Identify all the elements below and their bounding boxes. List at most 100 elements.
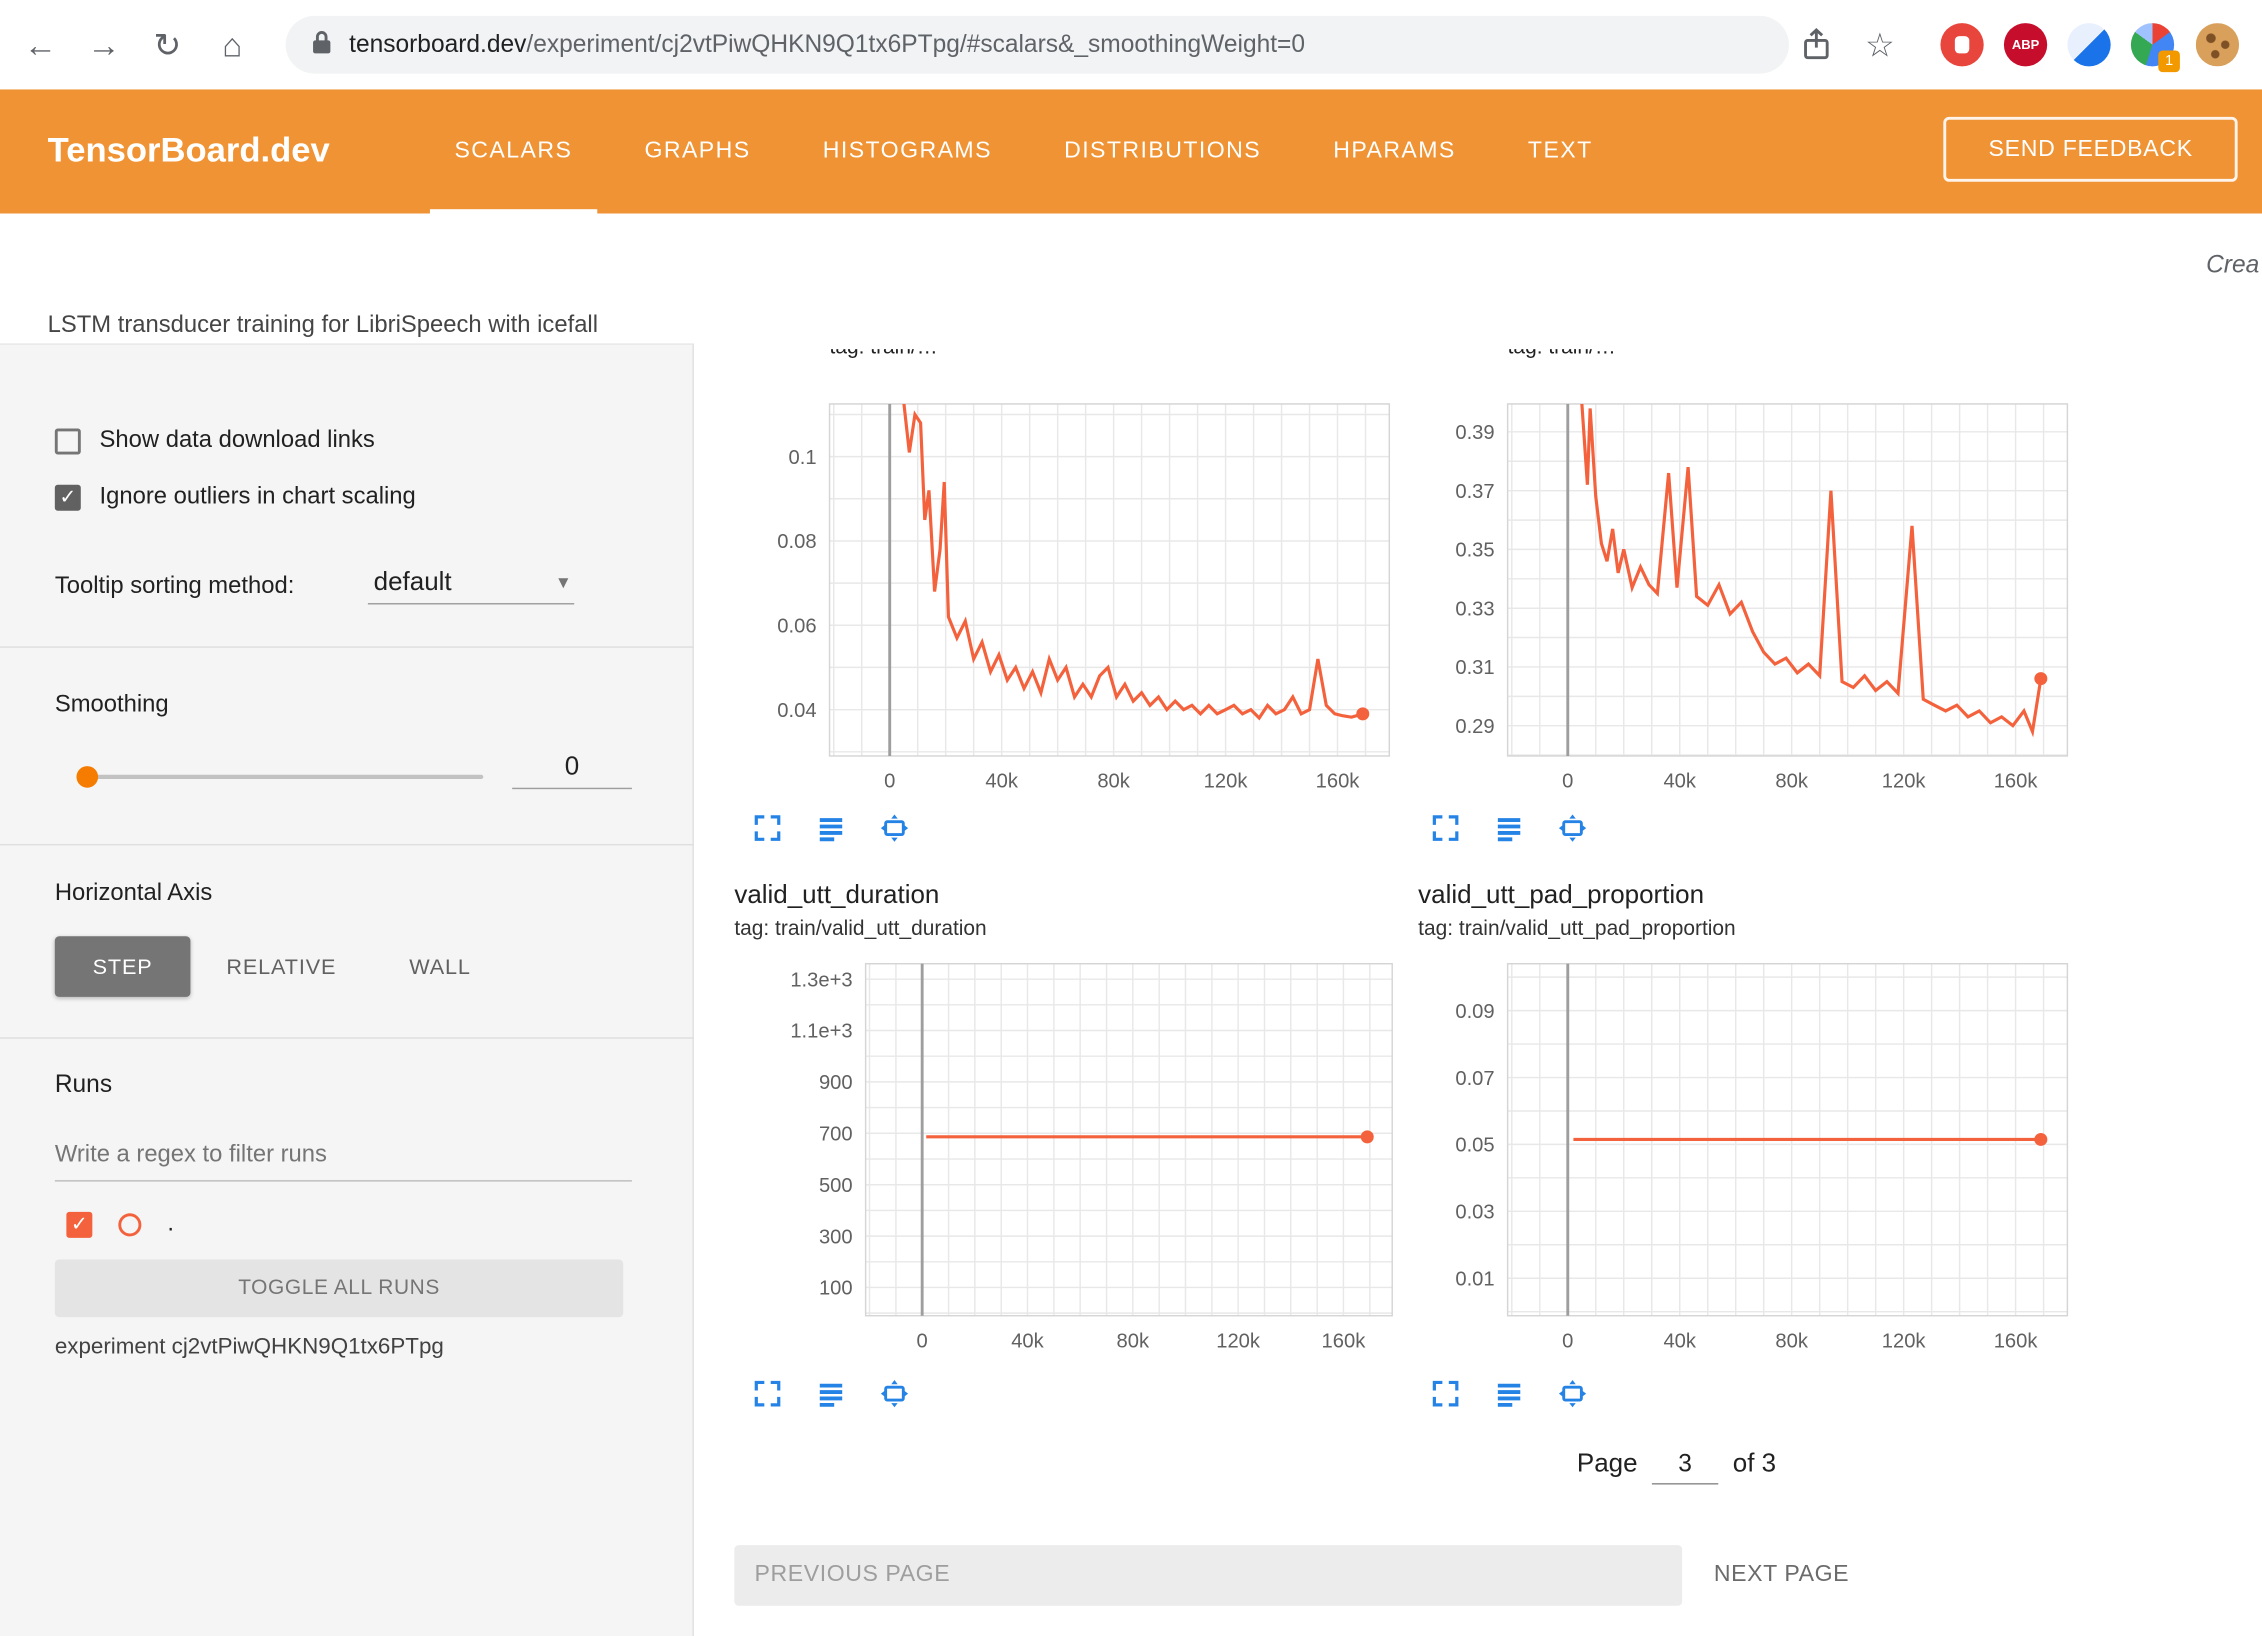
next-page-button[interactable]: NEXT PAGE (1714, 1545, 1849, 1606)
adblocker-extension-icon[interactable] (1940, 23, 1983, 66)
data-lines-icon[interactable] (815, 1378, 845, 1408)
svg-text:1.1e+3: 1.1e+3 (790, 1021, 852, 1043)
tab-scalars[interactable]: SCALARS (418, 89, 608, 213)
tooltip-sorting-value: default (374, 567, 452, 597)
svg-text:900: 900 (819, 1072, 853, 1094)
expand-card-icon[interactable] (1430, 1378, 1460, 1408)
abp-extension-icon[interactable]: ABP (2004, 23, 2047, 66)
svg-text:0.31: 0.31 (1455, 657, 1494, 679)
svg-text:0.05: 0.05 (1455, 1135, 1494, 1157)
tab-distributions[interactable]: DISTRIBUTIONS (1028, 89, 1297, 213)
browser-chrome: ← → ↻ ⌂ tensorboard.dev/experiment/cj2vt… (0, 0, 2262, 89)
svg-text:500: 500 (819, 1175, 853, 1197)
run-checkbox[interactable]: ✓ (66, 1211, 92, 1237)
svg-text:80k: 80k (1117, 1330, 1150, 1352)
fit-domain-icon[interactable] (1557, 1378, 1587, 1408)
chart-tag: tag: train/valid_utt_duration (734, 918, 986, 941)
svg-text:0.04: 0.04 (777, 700, 816, 722)
svg-text:0.01: 0.01 (1455, 1268, 1494, 1290)
svg-text:0.33: 0.33 (1455, 598, 1494, 620)
tooltip-sorting-dropdown[interactable]: default ▾ (368, 564, 574, 604)
svg-text:160k: 160k (1994, 1330, 2039, 1352)
svg-text:0.37: 0.37 (1455, 481, 1494, 503)
chart-toolbar (752, 812, 909, 842)
svg-text:0.08: 0.08 (777, 531, 816, 553)
experiment-description: LSTM transducer training for LibriSpeech… (48, 312, 598, 339)
page-of-label: of 3 (1733, 1448, 1776, 1478)
tooltip-sorting-label: Tooltip sorting method: (55, 573, 295, 600)
smoothing-slider[interactable] (79, 775, 483, 779)
tab-histograms[interactable]: HISTOGRAMS (787, 89, 1028, 213)
chart-plot[interactable]: 0.290.310.330.350.370.39040k80k120k160k (1424, 400, 2073, 805)
divider (0, 844, 694, 845)
previous-page-button[interactable]: PREVIOUS PAGE (734, 1545, 1682, 1606)
axis-step-button[interactable]: STEP (55, 936, 191, 997)
app-logo: TensorBoard.dev (48, 89, 330, 213)
tab-hparams[interactable]: HPARAMS (1297, 89, 1492, 213)
pagination: Page of 3 (1577, 1448, 1776, 1484)
svg-text:40k: 40k (1663, 771, 1696, 793)
svg-text:120k: 120k (1216, 1330, 1261, 1352)
data-lines-icon[interactable] (815, 812, 845, 842)
bookmark-star-icon[interactable]: ☆ (1848, 0, 1911, 89)
svg-text:0.29: 0.29 (1455, 716, 1494, 738)
svg-text:0: 0 (917, 1330, 928, 1352)
run-row: ✓ . (66, 1210, 174, 1237)
chart-title: valid_utt_pad_proportion (1418, 880, 1736, 910)
chart-plot[interactable]: 0.040.060.080.1040k80k120k160k (746, 400, 1395, 805)
fit-domain-icon[interactable] (1557, 812, 1587, 842)
fit-domain-icon[interactable] (879, 1378, 909, 1408)
chart-toolbar (1430, 812, 1587, 842)
tab-text[interactable]: TEXT (1492, 89, 1629, 213)
page-number-input[interactable] (1652, 1450, 1718, 1485)
expand-card-icon[interactable] (752, 1378, 782, 1408)
forward-icon[interactable]: → (72, 0, 135, 89)
axis-relative-button[interactable]: RELATIVE (202, 936, 361, 997)
fit-domain-icon[interactable] (879, 812, 909, 842)
expand-card-icon[interactable] (1430, 812, 1460, 842)
svg-text:80k: 80k (1097, 771, 1130, 793)
divider (0, 646, 694, 647)
cookie-extension-icon[interactable] (2196, 23, 2239, 66)
chart-plot[interactable]: 0.010.030.050.070.09040k80k120k160k (1424, 959, 2073, 1364)
run-color-swatch[interactable] (118, 1213, 141, 1236)
chart-title-block: valid_utt_pad_proportion tag: train/vali… (1418, 880, 1736, 941)
chart-plot[interactable]: 1003005007009001.1e+31.3e+3040k80k120k16… (782, 959, 1398, 1364)
svg-text:80k: 80k (1775, 1330, 1808, 1352)
reload-icon[interactable]: ↻ (136, 0, 199, 89)
toggle-all-runs-button[interactable]: TOGGLE ALL RUNS (55, 1259, 623, 1317)
experiment-subheader: Crea LSTM transducer training for LibriS… (0, 214, 2262, 344)
smoothing-value-input[interactable] (512, 746, 632, 789)
chart-title: valid_utt_duration (734, 880, 986, 910)
share-icon[interactable] (1785, 0, 1848, 89)
svg-text:700: 700 (819, 1123, 853, 1145)
svg-text:120k: 120k (1204, 771, 1249, 793)
runs-filter-input[interactable] (55, 1135, 632, 1181)
svg-text:80k: 80k (1775, 771, 1808, 793)
expand-card-icon[interactable] (752, 812, 782, 842)
tab-graphs[interactable]: GRAPHS (608, 89, 786, 213)
divider (0, 1037, 694, 1038)
show-download-checkbox[interactable] (55, 428, 81, 454)
data-lines-icon[interactable] (1493, 1378, 1523, 1408)
svg-text:0.07: 0.07 (1455, 1068, 1494, 1090)
ignore-outliers-checkbox[interactable]: ✓ (55, 484, 81, 510)
svg-text:160k: 160k (1316, 771, 1361, 793)
smoothing-slider-thumb[interactable] (76, 766, 98, 788)
blue-extension-icon[interactable] (2067, 23, 2110, 66)
url-text: tensorboard.dev/experiment/cj2vtPiwQHKN9… (349, 30, 1305, 59)
address-bar[interactable]: tensorboard.dev/experiment/cj2vtPiwQHKN9… (286, 16, 1789, 74)
show-download-row: Show data download links (55, 427, 375, 454)
profile-avatar[interactable]: 1 (2131, 23, 2174, 66)
send-feedback-button[interactable]: SEND FEEDBACK (1944, 117, 2238, 182)
svg-text:300: 300 (819, 1226, 853, 1248)
extension-badge: 1 (2158, 50, 2180, 72)
clipped-chart-tag: tag: train/… (830, 349, 938, 363)
content-area: Show data download links ✓ Ignore outlie… (0, 343, 2262, 1636)
home-icon[interactable]: ⌂ (201, 0, 264, 89)
data-lines-icon[interactable] (1493, 812, 1523, 842)
page-label: Page (1577, 1448, 1638, 1478)
back-icon[interactable]: ← (9, 0, 72, 89)
svg-text:0: 0 (1562, 771, 1573, 793)
axis-wall-button[interactable]: WALL (378, 936, 502, 997)
